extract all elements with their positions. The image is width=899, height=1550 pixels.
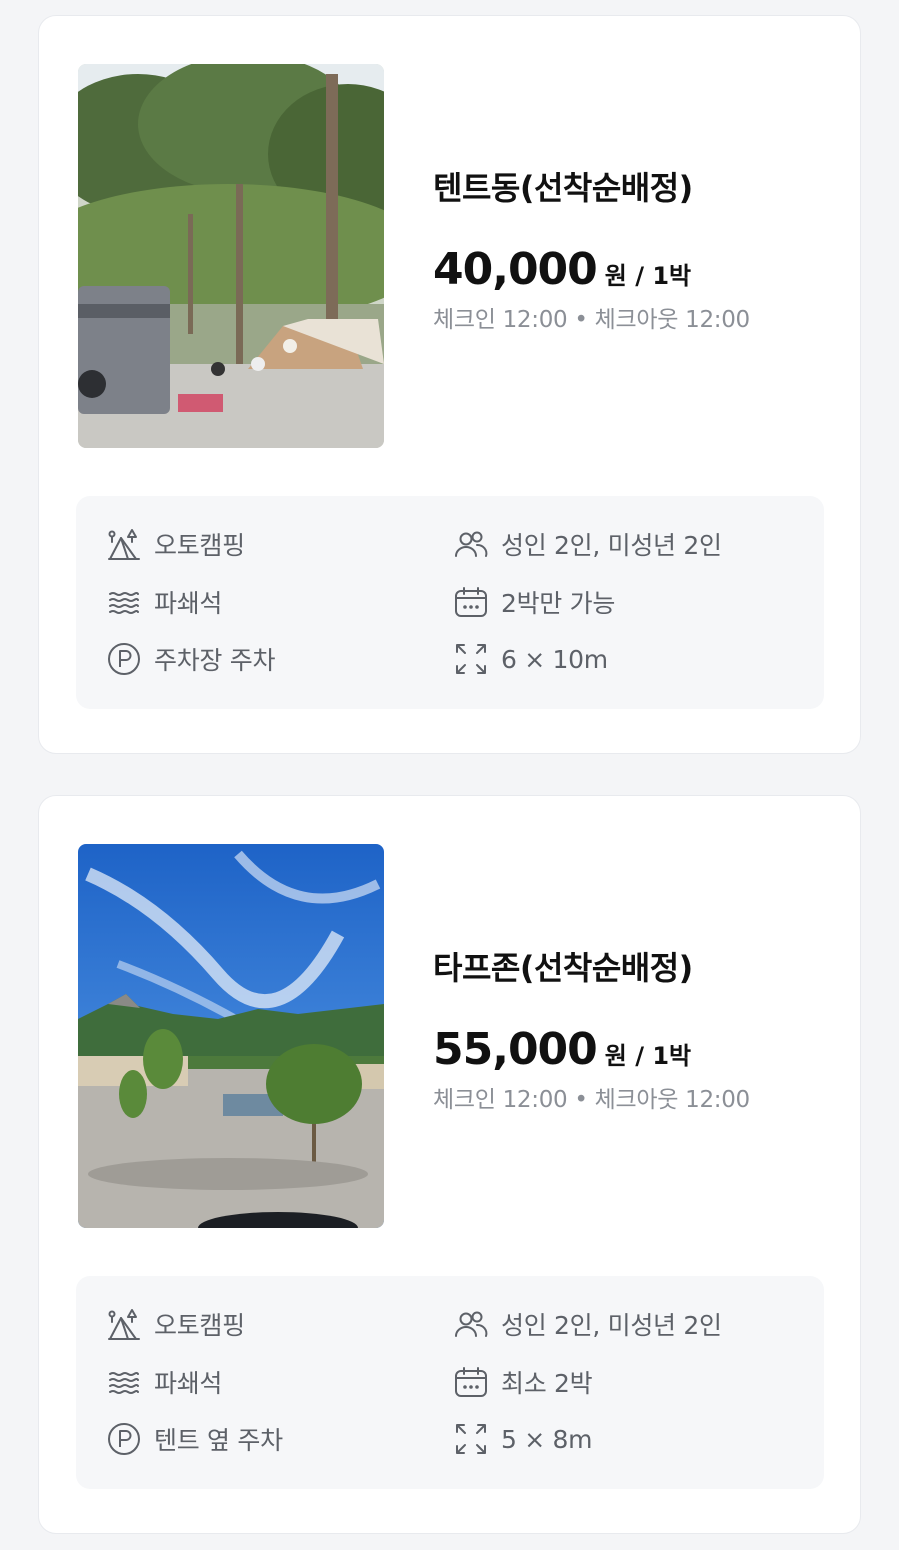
forest-campsite-image	[78, 64, 384, 448]
detail-parking-label: 주차장 주차	[154, 646, 276, 675]
detail-size: 5 × 8m	[453, 1419, 593, 1459]
detail-ground: 파쇄석	[106, 582, 222, 622]
detail-size-label: 6 × 10m	[501, 644, 608, 674]
detail-type-label: 오토캠핑	[154, 531, 245, 560]
campsite-card[interactable]: 텐트동(선착순배정) 40,000 원 / 1박 체크인 12:00 • 체크아…	[38, 15, 861, 754]
site-price: 40,000	[433, 244, 598, 295]
tent-trees-icon	[106, 526, 142, 562]
tent-trees-icon	[106, 1306, 142, 1342]
detail-capacity-label: 성인 2인, 미성년 2인	[501, 531, 722, 560]
detail-capacity: 성인 2인, 미성년 2인	[453, 524, 722, 564]
parking-icon	[106, 1421, 142, 1457]
detail-parking-label: 텐트 옆 주차	[154, 1426, 283, 1455]
site-details: 오토캠핑 파쇄석 주차장 주차 성인 2인, 미성년 2인 2박만 가능 6 ×…	[76, 496, 824, 709]
detail-stay-label: 2박만 가능	[501, 589, 616, 618]
expand-icon	[453, 641, 489, 677]
detail-type: 오토캠핑	[106, 1304, 245, 1344]
gravel-icon	[106, 1364, 142, 1400]
site-details: 오토캠핑 파쇄석 텐트 옆 주차 성인 2인, 미성년 2인 최소 2박 5 ×…	[76, 1276, 824, 1489]
checkin-times: 체크인 12:00 • 체크아웃 12:00	[433, 1087, 750, 1113]
detail-parking: 주차장 주차	[106, 639, 275, 679]
people-icon	[453, 526, 489, 562]
site-title: 타프존(선착순배정)	[433, 949, 693, 987]
detail-capacity-label: 성인 2인, 미성년 2인	[501, 1311, 722, 1340]
campsite-card[interactable]: 타프존(선착순배정) 55,000 원 / 1박 체크인 12:00 • 체크아…	[38, 795, 861, 1534]
detail-stay: 최소 2박	[453, 1362, 593, 1402]
price-unit: 원 / 1박	[604, 1042, 692, 1070]
price-unit: 원 / 1박	[604, 262, 692, 290]
detail-size: 6 × 10m	[453, 639, 608, 679]
detail-stay-label: 최소 2박	[501, 1369, 593, 1398]
site-price: 55,000	[433, 1024, 598, 1075]
detail-ground-label: 파쇄석	[154, 589, 223, 618]
detail-parking: 텐트 옆 주차	[106, 1419, 283, 1459]
campsite-photo[interactable]	[78, 64, 384, 448]
site-title: 텐트동(선착순배정)	[433, 169, 693, 207]
detail-capacity: 성인 2인, 미성년 2인	[453, 1304, 722, 1344]
detail-ground-label: 파쇄석	[154, 1369, 223, 1398]
tarp-zone-image	[78, 844, 384, 1228]
gravel-icon	[106, 584, 142, 620]
detail-type-label: 오토캠핑	[154, 1311, 245, 1340]
parking-icon	[106, 641, 142, 677]
campsite-photo[interactable]	[78, 844, 384, 1228]
expand-icon	[453, 1421, 489, 1457]
calendar-icon	[453, 1364, 489, 1400]
detail-type: 오토캠핑	[106, 524, 245, 564]
detail-ground: 파쇄석	[106, 1362, 222, 1402]
people-icon	[453, 1306, 489, 1342]
calendar-icon	[453, 584, 489, 620]
checkin-times: 체크인 12:00 • 체크아웃 12:00	[433, 307, 750, 333]
detail-size-label: 5 × 8m	[501, 1424, 593, 1454]
detail-stay: 2박만 가능	[453, 582, 615, 622]
